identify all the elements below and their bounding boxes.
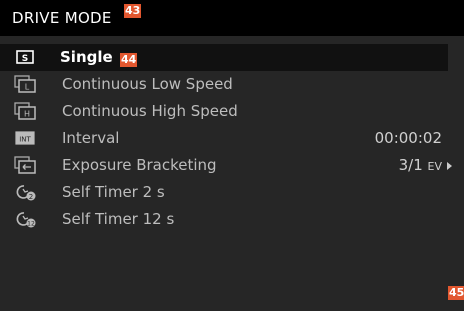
bracketing-value-unit: EV: [427, 160, 442, 173]
menu-item-continuous-low[interactable]: L Continuous Low Speed: [0, 71, 464, 98]
callout-badge: 45: [448, 286, 464, 300]
callout-badge: 43: [124, 4, 142, 18]
menu-item-self-timer-12[interactable]: 12 Self Timer 12 s: [0, 206, 464, 233]
continuous-low-icon: L: [14, 75, 38, 93]
svg-text:L: L: [25, 83, 30, 92]
page-title: DRIVE MODE: [12, 9, 112, 27]
menu-item-exposure-bracketing[interactable]: Exposure Bracketing 3/1 EV: [0, 152, 464, 179]
menu-item-label: Interval: [62, 129, 120, 147]
drive-mode-screen: DRIVE MODE 43 S Single L Continuous Low …: [0, 0, 464, 311]
callout-badge: 44: [120, 53, 138, 67]
menu-item-label: Self Timer 2 s: [62, 183, 165, 201]
menu-item-label: Single: [60, 48, 113, 66]
menu-item-label: Exposure Bracketing: [62, 156, 217, 174]
svg-text:H: H: [24, 110, 30, 119]
bracketing-icon: [14, 156, 38, 174]
menu-item-label: Continuous High Speed: [62, 102, 238, 120]
svg-text:INT: INT: [19, 136, 31, 144]
menu-item-label: Self Timer 12 s: [62, 210, 175, 228]
self-timer-2-icon: 2: [14, 183, 38, 201]
menu-item-continuous-high[interactable]: H Continuous High Speed: [0, 98, 464, 125]
header-bar: DRIVE MODE 43: [0, 0, 464, 36]
self-timer-12-icon: 12: [14, 210, 38, 228]
menu-item-single[interactable]: S Single: [0, 44, 448, 71]
continuous-high-icon: H: [14, 102, 38, 120]
bracketing-value: 3/1 EV: [399, 156, 442, 174]
svg-text:2: 2: [29, 193, 33, 201]
bracketing-value-number: 3/1: [398, 156, 423, 174]
single-frame-icon: S: [14, 48, 38, 66]
svg-text:12: 12: [27, 221, 35, 228]
interval-icon: INT: [14, 129, 38, 147]
drive-mode-list: S Single L Continuous Low Speed H Contin…: [0, 44, 464, 300]
chevron-right-icon[interactable]: [447, 162, 452, 170]
svg-text:S: S: [22, 54, 28, 64]
interval-value: 00:00:02: [374, 129, 442, 147]
menu-item-interval[interactable]: INT Interval 00:00:02 45: [0, 125, 464, 300]
menu-item-label: Continuous Low Speed: [62, 75, 233, 93]
menu-item-self-timer-2[interactable]: 2 Self Timer 2 s: [0, 179, 464, 206]
